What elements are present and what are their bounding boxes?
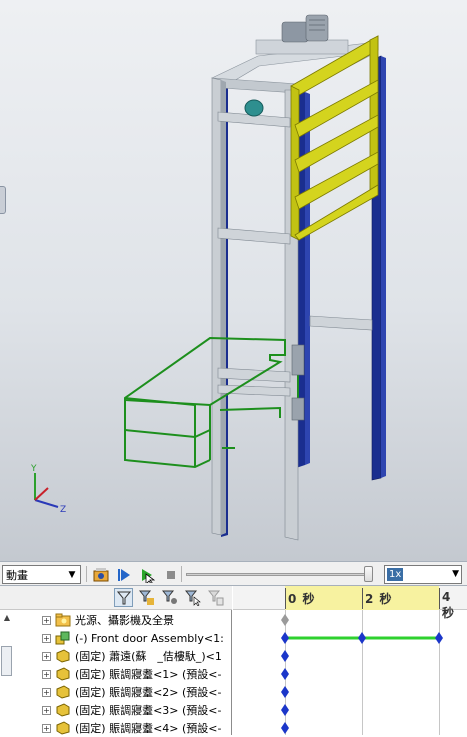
tree-item-part[interactable]: + (固定) 賑調寢耋<1> (預設<-: [14, 665, 232, 683]
motion-study-toolbar: 動畫 ▼ 1x ▼: [0, 561, 467, 585]
playback-slider-thumb[interactable]: [364, 566, 373, 582]
filter-driving-button[interactable]: [160, 588, 179, 607]
tree-item-label: (固定) 賑調寢耋<1> (預設<-: [75, 668, 222, 681]
filter-driving-icon: [161, 590, 177, 604]
expand-toggle[interactable]: +: [42, 687, 51, 697]
graphics-viewport[interactable]: Y Z: [0, 0, 467, 561]
part-icon: [56, 721, 70, 735]
calculate-button[interactable]: [91, 565, 110, 584]
tree-item-label: (-) Front door Assembly<1:: [75, 631, 224, 645]
toolbar-separator: [181, 566, 182, 582]
key-point[interactable]: [281, 722, 289, 734]
timeline-row: [281, 686, 289, 698]
key-point[interactable]: [281, 614, 289, 626]
motion-tree: ▲ + 光源、攝影機及全景 + (-) Front door Assembly<…: [0, 586, 232, 735]
tree-item-label: (固定) 賑調寢耋<2> (預設<-: [75, 686, 222, 699]
panel-expand-handle[interactable]: [0, 186, 6, 214]
playback-speed-dropdown[interactable]: 1x ▼: [384, 565, 462, 584]
play-icon: [141, 568, 155, 583]
study-type-value: 動畫: [6, 568, 28, 582]
key-point[interactable]: [358, 632, 366, 644]
time-ruler[interactable]: 0 秒 2 秒 4 秒: [233, 586, 467, 620]
key-point[interactable]: [281, 650, 289, 662]
filter-selected-icon: [184, 590, 201, 606]
key-point[interactable]: [281, 668, 289, 680]
part-icon: [56, 703, 70, 717]
key-point[interactable]: [435, 632, 443, 644]
timeline-row: [281, 632, 443, 644]
part-icon: [56, 667, 70, 681]
scroll-up-arrow[interactable]: ▲: [0, 610, 14, 624]
filter-selected-button[interactable]: [183, 588, 202, 607]
toolbar-separator: [86, 566, 87, 582]
study-type-dropdown[interactable]: 動畫 ▼: [2, 565, 81, 584]
chevron-down-icon: ▼: [68, 570, 76, 580]
timeline-row: [281, 704, 289, 716]
ruler-tick: [439, 588, 440, 609]
play-button[interactable]: [137, 565, 156, 584]
stop-icon: [166, 570, 175, 579]
ruler-tick: [285, 588, 286, 609]
tree-item-label: 光源、攝影機及全景: [75, 614, 174, 627]
assembly-icon: [55, 631, 70, 645]
tree-item-part[interactable]: + (固定) 蕭遠(蘇 _佶樓馱_)<1: [14, 647, 232, 665]
chevron-down-icon: ▼: [452, 569, 459, 579]
key-point[interactable]: [281, 686, 289, 698]
play-from-start-button[interactable]: [114, 565, 133, 584]
tree-item-lights-cameras[interactable]: + 光源、攝影機及全景: [14, 611, 232, 629]
expand-toggle[interactable]: +: [42, 651, 51, 661]
filter-results-button[interactable]: [206, 588, 225, 607]
triad-icon: Y Z: [30, 464, 66, 515]
part-icon: [56, 649, 70, 663]
motion-manager: ▲ + 光源、攝影機及全景 + (-) Front door Assembly<…: [0, 585, 467, 735]
tree-item-part[interactable]: + (固定) 賑調寢耋<3> (預設<-: [14, 701, 232, 719]
stop-button[interactable]: [161, 565, 180, 584]
filter-results-icon: [207, 590, 223, 605]
filter-toolbar: [0, 586, 232, 610]
timeline-row: [281, 668, 289, 680]
timeline-row: [281, 722, 289, 734]
expand-toggle[interactable]: +: [42, 669, 51, 679]
play-from-start-icon: [117, 568, 130, 581]
svg-text:Z: Z: [60, 505, 66, 515]
tree-item-label: (固定) 蕭遠(蘇 _佶樓馱_)<1: [75, 650, 222, 663]
playback-speed-value: 1x: [387, 568, 404, 581]
expand-toggle[interactable]: +: [42, 633, 51, 643]
part-icon: [56, 685, 70, 699]
expand-toggle[interactable]: +: [42, 723, 51, 733]
key-point[interactable]: [281, 704, 289, 716]
timeline[interactable]: 0 秒 2 秒 4 秒: [233, 586, 467, 735]
tree-item-part[interactable]: + (固定) 賑調寢耋<2> (預設<-: [14, 683, 232, 701]
time-label: 2 秒: [365, 592, 393, 606]
scrollbar-thumb[interactable]: [1, 646, 12, 676]
tree-item-label: (固定) 賑調寢耋<3> (預設<-: [75, 704, 222, 717]
calculate-icon: [93, 567, 108, 581]
tree-item-assembly[interactable]: + (-) Front door Assembly<1:: [14, 629, 232, 647]
expand-toggle[interactable]: +: [42, 615, 51, 625]
time-label: 0 秒: [288, 592, 316, 606]
folder-lights-icon: [55, 613, 71, 627]
key-point[interactable]: [281, 632, 289, 644]
model-render: Y Z: [30, 14, 386, 541]
svg-text:Y: Y: [30, 464, 37, 474]
filter-animated-icon: [138, 590, 154, 605]
filter-icon: [116, 591, 131, 604]
filter-animated-button[interactable]: [137, 588, 156, 607]
ruler-tick: [362, 588, 363, 609]
filter-button[interactable]: [114, 588, 133, 607]
expand-toggle[interactable]: +: [42, 705, 51, 715]
timeline-row: [281, 614, 289, 626]
playback-slider[interactable]: [186, 573, 372, 576]
tree-item-part[interactable]: + (固定) 賑調寢耋<4> (預設<-: [14, 719, 232, 737]
timeline-row: [281, 650, 289, 662]
